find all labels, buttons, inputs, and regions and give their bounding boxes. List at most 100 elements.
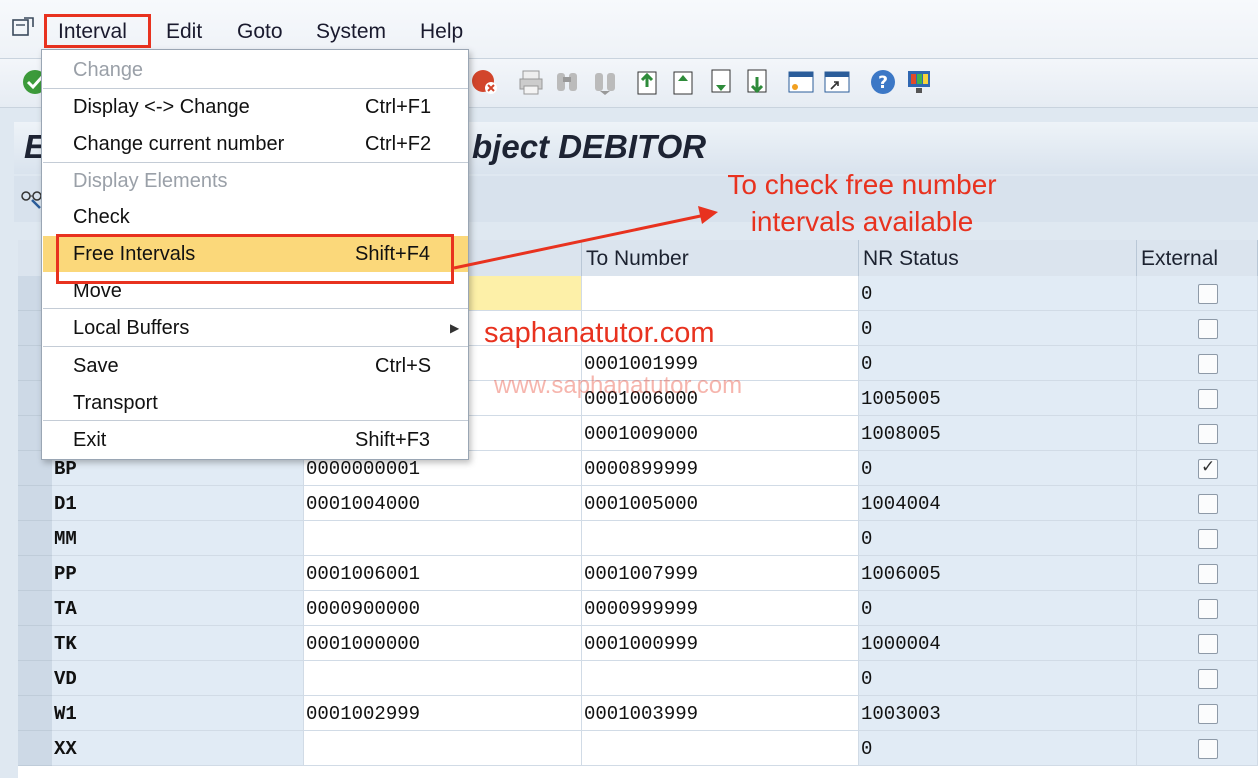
cell-to[interactable] [582, 521, 859, 556]
print-icon[interactable] [516, 67, 546, 97]
external-checkbox[interactable] [1198, 424, 1218, 444]
cell-to[interactable] [582, 731, 859, 766]
row-selector[interactable] [18, 626, 52, 661]
shortcut-ctrl-f1: Ctrl+F1 [365, 96, 432, 118]
window-icon[interactable] [12, 17, 34, 37]
cell-to[interactable]: 0001005000 [582, 486, 859, 521]
cell-no: TK [52, 626, 304, 661]
new-session-icon[interactable] [786, 67, 816, 97]
row-selector[interactable] [18, 731, 52, 766]
cell-no: VD [52, 661, 304, 696]
menu-item-save[interactable]: Save [73, 355, 119, 378]
cell-status: 0 [859, 591, 1137, 626]
row-selector[interactable] [18, 591, 52, 626]
menu-system[interactable]: System [316, 20, 386, 44]
cell-from[interactable] [304, 521, 582, 556]
cell-from[interactable] [304, 661, 582, 696]
external-checkbox[interactable] [1198, 704, 1218, 724]
row-selector[interactable] [18, 521, 52, 556]
previous-page-icon[interactable] [668, 67, 698, 97]
external-checkbox[interactable] [1198, 457, 1218, 479]
cell-no: PP [52, 556, 304, 591]
cell-status: 0 [859, 661, 1137, 696]
external-checkbox[interactable] [1198, 389, 1218, 409]
customize-layout-icon[interactable] [904, 67, 934, 97]
external-checkbox[interactable] [1198, 669, 1218, 689]
menu-separator [43, 420, 468, 421]
shortcut-ctrl-f2: Ctrl+F2 [365, 133, 432, 155]
header-nr-status[interactable]: NR Status [859, 240, 1137, 276]
menu-item-check[interactable]: Check [73, 206, 130, 229]
shortcut-ctrl-s: Ctrl+S [375, 355, 432, 377]
external-checkbox[interactable] [1198, 634, 1218, 654]
svg-text:?: ? [878, 73, 888, 93]
menu-item-local-buffers[interactable]: Local Buffers [73, 317, 189, 340]
cancel-icon[interactable] [470, 67, 500, 97]
cell-status: 0 [859, 451, 1137, 486]
external-checkbox[interactable] [1198, 319, 1218, 339]
cell-status: 0 [859, 346, 1137, 381]
cell-from[interactable]: 0001006001 [304, 556, 582, 591]
external-checkbox[interactable] [1198, 284, 1218, 304]
cell-to[interactable]: 0000899999 [582, 451, 859, 486]
cell-to[interactable] [582, 661, 859, 696]
menu-item-change-current-number[interactable]: Change current number [73, 133, 284, 156]
find-next-icon[interactable] [590, 67, 620, 97]
row-selector[interactable] [18, 661, 52, 696]
cell-status: 0 [859, 731, 1137, 766]
cell-status: 1005005 [859, 381, 1137, 416]
menu-item-exit[interactable]: Exit [73, 429, 106, 452]
submenu-arrow-icon: ▶ [450, 321, 460, 335]
shortcut-icon[interactable] [822, 67, 852, 97]
interval-menu-highlight-box [44, 14, 151, 48]
cell-status: 1006005 [859, 556, 1137, 591]
cell-from[interactable]: 0001000000 [304, 626, 582, 661]
cell-from[interactable] [304, 731, 582, 766]
cell-to[interactable]: 0001000999 [582, 626, 859, 661]
external-checkbox[interactable] [1198, 599, 1218, 619]
cell-status: 0 [859, 276, 1137, 311]
cell-to[interactable]: 0000999999 [582, 591, 859, 626]
external-checkbox[interactable] [1198, 564, 1218, 584]
menu-goto[interactable]: Goto [237, 20, 283, 44]
first-page-icon[interactable] [632, 67, 662, 97]
row-selector[interactable] [18, 486, 52, 521]
external-checkbox[interactable] [1198, 354, 1218, 374]
cell-no: D1 [52, 486, 304, 521]
menu-item-transport[interactable]: Transport [73, 392, 158, 415]
cell-status: 0 [859, 521, 1137, 556]
callout-text: To check free number intervals available [727, 169, 997, 237]
cell-to[interactable]: 0001003999 [582, 696, 859, 731]
menu-item-display-change[interactable]: Display <-> Change [73, 96, 250, 119]
cell-from[interactable]: 0001002999 [304, 696, 582, 731]
help-icon[interactable]: ? [868, 67, 898, 97]
free-intervals-highlight-box [56, 234, 454, 284]
menu-edit[interactable]: Edit [166, 20, 202, 44]
cell-no: XX [52, 731, 304, 766]
cell-status: 1008005 [859, 416, 1137, 451]
cell-no: W1 [52, 696, 304, 731]
cell-no: MM [52, 521, 304, 556]
external-checkbox[interactable] [1198, 529, 1218, 549]
watermark: www.saphanatutor.com [494, 372, 743, 399]
header-external[interactable]: External [1137, 240, 1258, 276]
cell-status: 0 [859, 311, 1137, 346]
menu-item-display-elements: Display Elements [73, 170, 228, 192]
find-icon[interactable] [552, 67, 582, 97]
cell-to[interactable]: 0001007999 [582, 556, 859, 591]
last-page-icon[interactable] [742, 67, 772, 97]
cell-from[interactable]: 0000900000 [304, 591, 582, 626]
next-page-icon[interactable] [706, 67, 736, 97]
menu-item-change: Change [73, 59, 144, 81]
cell-to[interactable]: 0001009000 [582, 416, 859, 451]
callout-arrow [453, 206, 718, 270]
row-selector[interactable] [18, 556, 52, 591]
shortcut-shift-f3: Shift+F3 [355, 429, 431, 451]
brand-label: saphanatutor.com [484, 317, 715, 349]
cell-from[interactable]: 0001004000 [304, 486, 582, 521]
external-checkbox[interactable] [1198, 494, 1218, 514]
cell-status: 1004004 [859, 486, 1137, 521]
menu-help[interactable]: Help [420, 20, 463, 44]
external-checkbox[interactable] [1198, 739, 1218, 759]
row-selector[interactable] [18, 696, 52, 731]
